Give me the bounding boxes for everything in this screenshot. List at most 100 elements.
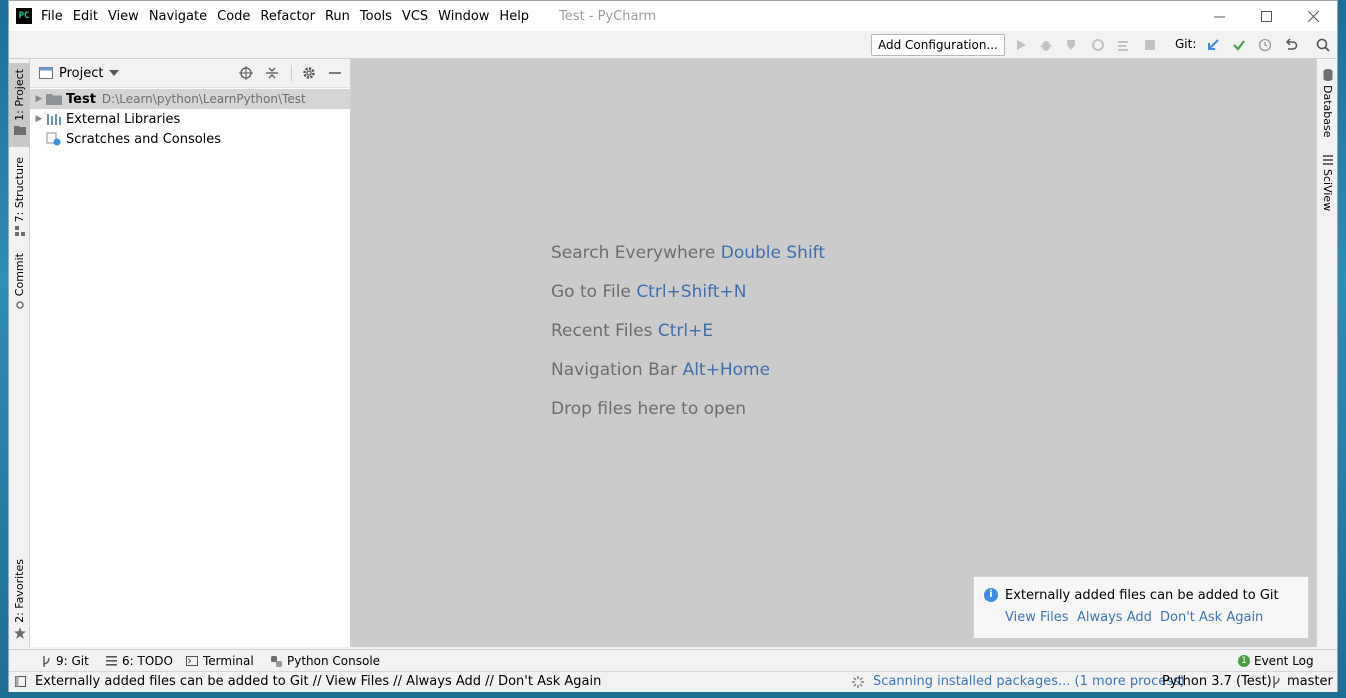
hint-recent-files: Recent Files Ctrl+E [551, 321, 713, 341]
build-icon [1118, 41, 1128, 51]
python-interpreter[interactable]: Python 3.7 (Test) [1162, 674, 1272, 689]
tree-node-scratches[interactable]: Scratches and Consoles [30, 129, 350, 149]
git-branch-widget[interactable]: master [1287, 674, 1333, 689]
structure-icon [14, 226, 25, 237]
tab-todo[interactable]: 6: TODO [106, 654, 173, 668]
coverage-icon [1067, 40, 1075, 50]
coverage-button[interactable] [1064, 37, 1080, 53]
debug-button[interactable] [1038, 37, 1054, 53]
git-rollback-button[interactable] [1283, 37, 1299, 53]
collapse-all-icon[interactable] [265, 66, 279, 80]
hint-drop-files: Drop files here to open [551, 399, 746, 419]
menu-navigate[interactable]: Navigate [149, 9, 207, 24]
locate-icon[interactable] [239, 66, 253, 80]
menu-window[interactable]: Window [438, 9, 489, 24]
menu-code[interactable]: Code [217, 9, 250, 24]
search-everywhere-button[interactable] [1315, 37, 1331, 53]
maximize-button[interactable] [1243, 1, 1290, 31]
tab-git-label: 9: Git [56, 654, 89, 668]
menu-refactor[interactable]: Refactor [260, 9, 315, 24]
build-button[interactable] [1116, 37, 1132, 53]
tree-node-path: D:\Learn\python\LearnPython\Test [101, 92, 306, 106]
notification-title: Externally added files can be added to G… [1005, 588, 1279, 603]
tab-sciview[interactable]: SciView [1317, 155, 1338, 219]
menu-run[interactable]: Run [325, 9, 350, 24]
hint-shortcut: Ctrl+Shift+N [636, 282, 747, 302]
status-message[interactable]: Externally added files can be added to G… [35, 674, 601, 689]
database-icon [1323, 69, 1332, 81]
maximize-icon [1261, 10, 1272, 22]
view-files-link[interactable]: View Files [1005, 610, 1069, 625]
tab-favorites[interactable]: 2: Favorites [9, 557, 30, 641]
tab-project[interactable]: 1: Project [9, 63, 30, 147]
search-icon [1316, 38, 1330, 52]
project-panel-header: Project [30, 59, 350, 88]
hint-text: Navigation Bar [551, 360, 678, 380]
git-history-button[interactable] [1257, 37, 1273, 53]
project-view-icon [39, 67, 53, 79]
minimize-icon [1214, 16, 1225, 17]
bottom-tool-bar: 9: Git 6: TODO Terminal Python Console 1… [9, 649, 1337, 671]
tab-commit[interactable]: Commit [9, 251, 30, 313]
profile-button[interactable] [1090, 37, 1106, 53]
minimize-button[interactable] [1196, 1, 1243, 31]
always-add-link[interactable]: Always Add [1077, 610, 1152, 625]
hint-navigation-bar: Navigation Bar Alt+Home [551, 360, 770, 380]
menu-vcs[interactable]: VCS [402, 9, 428, 24]
dont-ask-again-link[interactable]: Don't Ask Again [1160, 610, 1263, 625]
run-button[interactable] [1013, 37, 1029, 53]
folder-icon [46, 92, 62, 106]
main-toolbar: Add Configuration... Git: [9, 31, 1337, 59]
menu-file[interactable]: File [41, 9, 63, 24]
close-window-button[interactable] [1290, 1, 1337, 31]
folder-icon [13, 125, 26, 135]
project-view-selector[interactable]: Project [59, 66, 103, 81]
sciview-icon [1322, 155, 1333, 165]
tab-database[interactable]: Database [1317, 69, 1338, 139]
profile-icon [1092, 39, 1104, 51]
git-branch-icon [43, 655, 50, 667]
debug-icon [1040, 41, 1052, 51]
gear-icon[interactable] [302, 66, 316, 80]
tree-node-external-libraries[interactable]: ▶ External Libraries [30, 109, 350, 129]
tab-python-console[interactable]: Python Console [271, 654, 380, 668]
git-update-button[interactable] [1205, 37, 1221, 53]
left-tool-strip: 1: Project 7: Structure Commit 2: Favori… [9, 59, 30, 647]
tab-terminal[interactable]: Terminal [186, 654, 254, 668]
status-bar: Externally added files can be added to G… [9, 671, 1337, 692]
editor-area[interactable]: Search Everywhere Double Shift Go to Fil… [351, 59, 1317, 647]
add-configuration-button[interactable]: Add Configuration... [871, 34, 1005, 56]
commit-icon [15, 301, 24, 309]
run-icon [1017, 40, 1026, 50]
menu-help[interactable]: Help [499, 9, 529, 24]
tab-event-log[interactable]: 1 Event Log [1238, 654, 1314, 668]
menu-edit[interactable]: Edit [73, 9, 98, 24]
ide-window: PC File Edit View Navigate Code Refactor… [8, 0, 1338, 692]
tree-node-label: Scratches and Consoles [66, 131, 222, 147]
chevron-down-icon[interactable] [109, 70, 120, 76]
tree-node-label: External Libraries [66, 111, 181, 127]
hint-search-everywhere: Search Everywhere Double Shift [551, 243, 825, 263]
hide-icon[interactable] [328, 66, 342, 80]
tab-sciview-label: SciView [1321, 169, 1334, 212]
stop-button[interactable] [1142, 37, 1158, 53]
hint-shortcut: Alt+Home [682, 360, 771, 380]
project-tool-window: Project ▶ Test D:\Learn\python\LearnPyth… [30, 59, 351, 647]
window-controls [1196, 1, 1337, 31]
terminal-icon [186, 656, 198, 666]
tree-node-test[interactable]: ▶ Test D:\Learn\python\LearnPython\Test [30, 89, 350, 109]
menu-view[interactable]: View [108, 9, 139, 24]
undo-icon [1285, 38, 1298, 50]
todo-list-icon [106, 656, 117, 666]
toggle-tool-windows-icon[interactable] [15, 676, 26, 687]
git-commit-button[interactable] [1231, 37, 1247, 53]
background-task-status[interactable]: Scanning installed packages... (1 more p… [873, 674, 1185, 689]
library-icon [46, 112, 62, 126]
tab-structure[interactable]: 7: Structure [9, 153, 30, 237]
git-label: Git: [1175, 37, 1197, 51]
tab-project-label: 1: Project [13, 69, 26, 121]
expand-arrow-icon[interactable]: ▶ [32, 114, 46, 124]
tab-git[interactable]: 9: Git [41, 654, 89, 668]
menu-tools[interactable]: Tools [360, 9, 392, 24]
expand-arrow-icon[interactable]: ▶ [32, 94, 46, 104]
